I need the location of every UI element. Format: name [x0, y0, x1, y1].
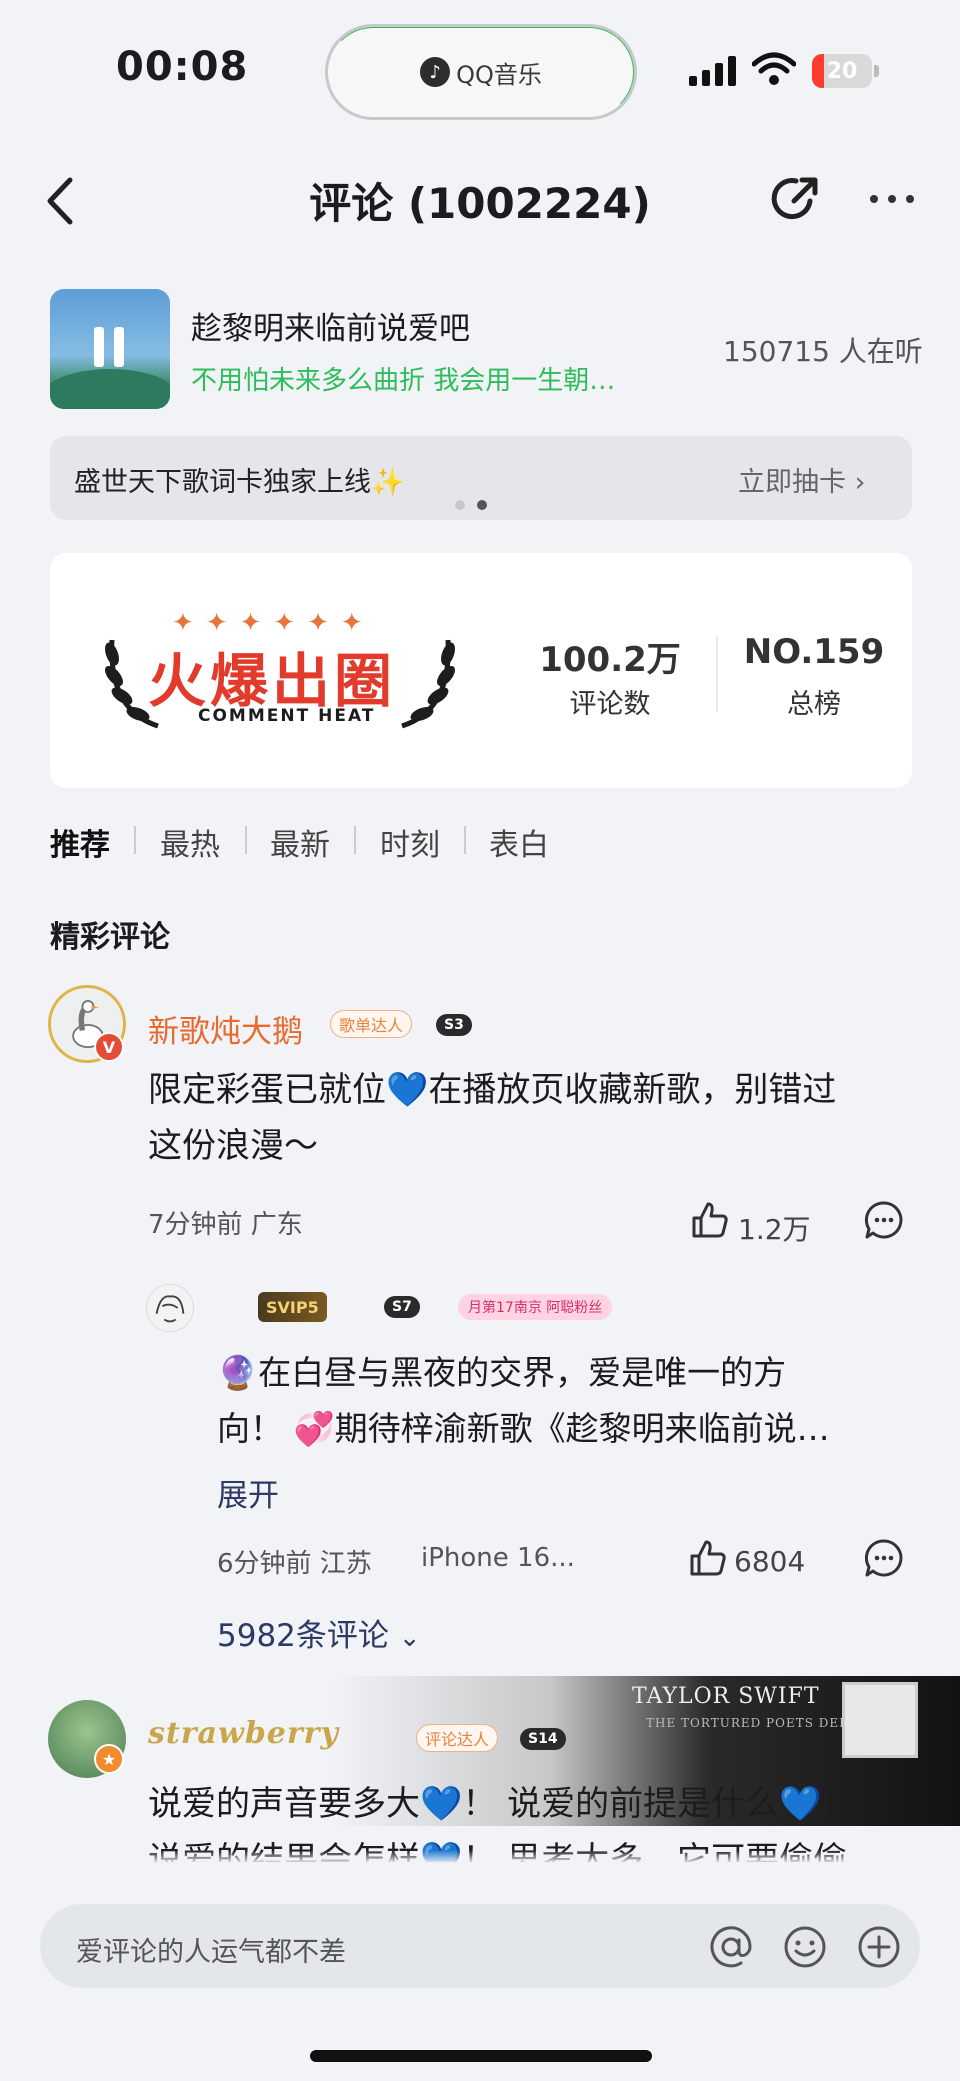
- share-icon[interactable]: [770, 173, 822, 225]
- status-time: 00:08: [116, 44, 249, 90]
- tab-separator: [134, 826, 136, 854]
- tab-separator: [245, 826, 247, 854]
- reply-device: iPhone 16...: [421, 1543, 575, 1573]
- comment-meta: 7分钟前 广东: [148, 1210, 303, 1240]
- comment-count-label: 评论数: [569, 689, 651, 720]
- avatar[interactable]: [146, 1284, 194, 1332]
- battery-level: 20: [826, 58, 858, 84]
- svip-badge: SVIP5: [258, 1292, 327, 1322]
- tab-separator: [354, 826, 356, 854]
- comment-username[interactable]: 新歌炖大鹅: [148, 1006, 303, 1051]
- playlist-expert-tag: 歌单达人: [330, 1010, 413, 1038]
- song-cover-art[interactable]: [50, 289, 170, 409]
- comment-input-placeholder[interactable]: 爱评论的人运气都不差: [76, 1930, 346, 1969]
- listener-count: 150715 人在听: [723, 335, 923, 368]
- tab-confession[interactable]: 表白: [489, 820, 549, 864]
- song-lyric: 不用怕未来多么曲折 我会用一生朝…: [191, 366, 616, 396]
- rank-label: 总榜: [787, 689, 841, 720]
- expand-link[interactable]: 展开: [217, 1470, 279, 1515]
- battery-tip: [874, 65, 879, 77]
- cellular-signal-icon: [689, 56, 736, 86]
- level-tag: S14: [520, 1728, 566, 1750]
- album-thumbnail: [842, 1682, 918, 1758]
- comment-text-line: 这份浪漫～: [148, 1126, 318, 1166]
- section-title-featured: 精彩评论: [50, 920, 170, 955]
- reply-count-text: 5982条评论: [217, 1618, 389, 1654]
- tab-latest[interactable]: 最新: [270, 820, 330, 864]
- draw-card-link[interactable]: 立即抽卡 ›: [738, 460, 865, 499]
- fan-badge: 月第17南京 阿聪粉丝: [458, 1294, 613, 1320]
- tab-separator: [464, 826, 466, 854]
- chevron-down-icon: ⌄: [398, 1623, 421, 1653]
- song-title[interactable]: 趁黎明来临前说爱吧: [191, 303, 470, 348]
- mention-at-icon[interactable]: [708, 1924, 754, 1970]
- sketch-avatar-icon: [155, 1295, 185, 1323]
- reply-bubble-icon[interactable]: [864, 1200, 904, 1240]
- thumbs-up-icon[interactable]: [690, 1200, 730, 1240]
- level-tag: S7: [384, 1296, 420, 1318]
- battery-icon: 20: [812, 54, 872, 88]
- reply-text-line: 向！ 💞期待梓渝新歌《趁黎明来临前说…: [217, 1409, 830, 1448]
- decoration-title: TAYLOR SWIFT: [632, 1684, 820, 1709]
- like-count: 1.2万: [738, 1213, 811, 1246]
- laurel-right-icon: [401, 639, 455, 729]
- comment-text-line: 限定彩蛋已就位💙在播放页收藏新歌，别错过: [148, 1070, 837, 1110]
- home-indicator[interactable]: [310, 2050, 652, 2062]
- thumbs-up-icon[interactable]: [688, 1538, 728, 1578]
- tab-moments[interactable]: 时刻: [380, 820, 440, 864]
- rank-value: NO.159: [743, 632, 885, 672]
- star-badge-icon: ★: [94, 1744, 124, 1774]
- view-replies-link[interactable]: 5982条评论 ⌄: [217, 1610, 421, 1655]
- comment-count-value: 100.2万: [539, 640, 681, 680]
- comment-expert-tag: 评论达人: [416, 1724, 499, 1752]
- dynamic-island-now-playing[interactable]: ♪ QQ音乐: [325, 24, 637, 120]
- tab-hottest[interactable]: 最热: [160, 820, 220, 864]
- verified-badge-icon: V: [94, 1032, 124, 1062]
- comment-text-line: 说爱的声音要多大💙！ 说爱的前提是什么💙！: [148, 1784, 856, 1824]
- add-plus-icon[interactable]: [856, 1924, 902, 1970]
- comment-username[interactable]: strawberry: [148, 1716, 339, 1751]
- level-tag: S3: [436, 1014, 472, 1036]
- emoji-icon[interactable]: [782, 1924, 828, 1970]
- reply-meta: 6分钟前 江苏: [217, 1549, 372, 1579]
- reply-text-line: 🔮在白昼与黑夜的交界，爱是唯一的方: [217, 1353, 787, 1392]
- scroll-fade: [0, 1850, 960, 1864]
- tab-recommended[interactable]: 推荐: [50, 820, 110, 864]
- stat-divider: [716, 636, 718, 712]
- banner-page-indicator: [455, 500, 487, 510]
- banner-text: 盛世天下歌词卡独家上线✨: [74, 467, 405, 498]
- heat-logo-subtitle: COMMENT HEAT: [198, 706, 376, 726]
- reply-bubble-icon[interactable]: [864, 1538, 904, 1578]
- pause-icon[interactable]: [94, 327, 124, 367]
- like-count: 6804: [734, 1545, 806, 1578]
- wifi-icon: [752, 52, 796, 85]
- more-options-icon[interactable]: [870, 195, 914, 203]
